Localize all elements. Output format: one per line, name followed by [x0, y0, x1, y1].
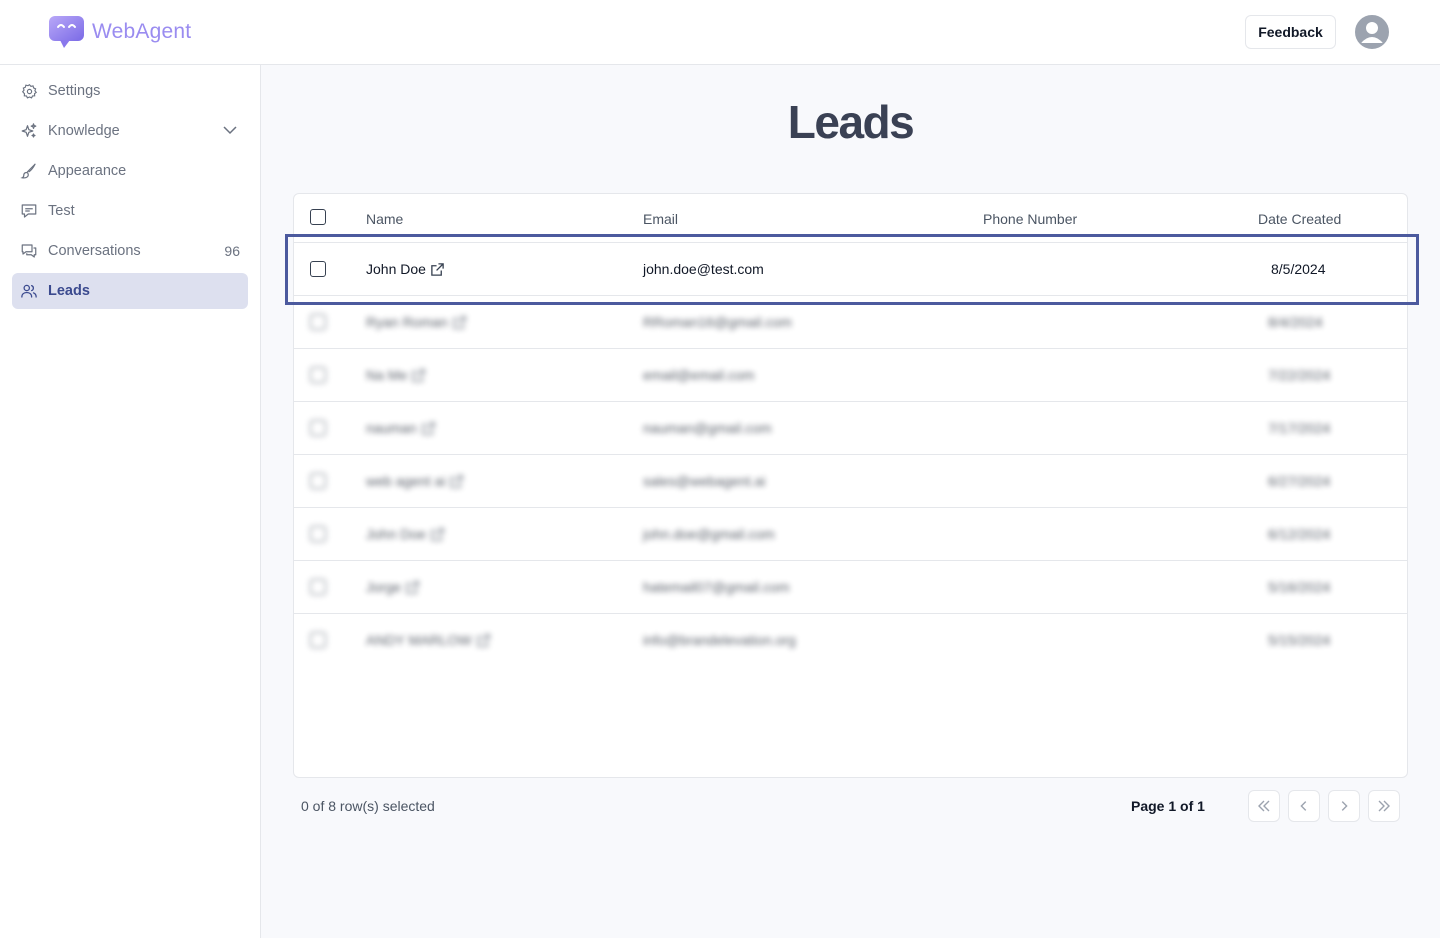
app-name: WebAgent [92, 20, 192, 43]
top-bar: WebAgent Feedback [0, 0, 1440, 65]
next-page-button[interactable] [1328, 790, 1360, 822]
lead-email: hatemail07@gmail.com [643, 579, 790, 595]
external-link-icon[interactable] [476, 633, 491, 648]
external-link-icon[interactable] [452, 315, 467, 330]
page-info: Page 1 of 1 [1131, 798, 1205, 814]
first-page-button[interactable] [1248, 790, 1280, 822]
sidebar-item-label: Conversations [48, 243, 141, 259]
chevrons-left-icon [1258, 800, 1270, 812]
sidebar-item-knowledge[interactable]: Knowledge [12, 113, 248, 149]
lead-date-created: 8/4/2024 [1268, 314, 1323, 330]
sidebar-item-label: Appearance [48, 163, 127, 179]
chevron-left-icon [1300, 801, 1307, 811]
conversations-icon [20, 242, 38, 260]
external-link-icon[interactable] [405, 580, 420, 595]
lead-date-created: 7/17/2024 [1268, 420, 1331, 436]
lead-name[interactable]: Jorge [366, 579, 401, 595]
conversations-count-badge: 96 [224, 243, 240, 259]
select-all-checkbox[interactable] [310, 209, 326, 225]
lead-date-created: 6/27/2024 [1268, 473, 1331, 489]
table-row[interactable]: web agent ai sales@webagent.ai 6/27/2024 [294, 454, 1407, 507]
sidebar-item-label: Test [48, 203, 75, 219]
previous-page-button[interactable] [1288, 790, 1320, 822]
sidebar-item-conversations[interactable]: Conversations 96 [12, 233, 248, 269]
sidebar-item-test[interactable]: Test [12, 193, 248, 229]
lead-email: nauman@gmail.com [643, 420, 772, 436]
sidebar-item-settings[interactable]: Settings [12, 73, 248, 109]
feedback-button[interactable]: Feedback [1245, 15, 1336, 49]
gear-icon [20, 82, 38, 100]
lead-date-created: 5/15/2024 [1268, 632, 1331, 648]
column-header-date-created[interactable]: Date Created [1258, 211, 1341, 227]
lead-date-created: 5/16/2024 [1268, 579, 1331, 595]
leads-table: Name Email Phone Number Date Created Joh… [293, 193, 1408, 778]
external-link-icon[interactable] [430, 262, 445, 277]
table-row[interactable]: ANDY MARLOW info@brandelevation.org 5/15… [294, 613, 1407, 666]
avatar[interactable] [1355, 15, 1389, 49]
chevrons-right-icon [1378, 800, 1390, 812]
column-header-email[interactable]: Email [643, 211, 678, 227]
lead-email: john.doe@gmail.com [643, 526, 775, 542]
sidebar-item-appearance[interactable]: Appearance [12, 153, 248, 189]
lead-email: email@email.com [643, 367, 755, 383]
lead-name[interactable]: nauman [366, 420, 417, 436]
chevron-right-icon [1341, 801, 1348, 811]
lead-date-created: 8/5/2024 [1271, 261, 1326, 277]
sparkles-icon [20, 122, 38, 140]
chat-icon [20, 202, 38, 220]
lead-name[interactable]: John Doe [366, 261, 426, 277]
lead-email: john.doe@test.com [643, 261, 764, 277]
external-link-icon[interactable] [421, 421, 436, 436]
lead-name[interactable]: web agent ai [366, 473, 445, 489]
external-link-icon[interactable] [449, 474, 464, 489]
page-title: Leads [787, 96, 915, 148]
sidebar-item-leads[interactable]: Leads [12, 273, 248, 309]
row-checkbox[interactable] [310, 632, 326, 648]
lead-name[interactable]: John Doe [366, 526, 426, 542]
row-checkbox[interactable] [310, 314, 326, 330]
lead-name[interactable]: ANDY MARLOW [366, 632, 472, 648]
selection-status: 0 of 8 row(s) selected [301, 798, 435, 814]
sidebar: Settings Knowledge Appearance Test Conve… [0, 65, 261, 938]
sidebar-item-label: Leads [48, 283, 90, 299]
table-row[interactable]: nauman nauman@gmail.com 7/17/2024 [294, 401, 1407, 454]
row-checkbox[interactable] [310, 261, 326, 277]
external-link-icon[interactable] [430, 527, 445, 542]
users-icon [20, 282, 38, 300]
lead-name[interactable]: Na Me [366, 367, 407, 383]
row-checkbox[interactable] [310, 526, 326, 542]
lead-email: sales@webagent.ai [643, 473, 766, 489]
lead-date-created: 7/22/2024 [1268, 367, 1331, 383]
sidebar-item-label: Knowledge [48, 123, 120, 139]
chevron-down-icon[interactable] [222, 122, 238, 142]
user-avatar-icon [1355, 15, 1389, 49]
brush-icon [20, 162, 38, 180]
lead-email: info@brandelevation.org [643, 632, 796, 648]
logo-icon [49, 16, 84, 48]
table-row[interactable]: John Doe john.doe@gmail.com 6/12/2024 [294, 507, 1407, 560]
column-header-name[interactable]: Name [366, 211, 403, 227]
table-row[interactable]: Jorge hatemail07@gmail.com 5/16/2024 [294, 560, 1407, 613]
external-link-icon[interactable] [411, 368, 426, 383]
column-header-phone[interactable]: Phone Number [983, 211, 1077, 227]
row-checkbox[interactable] [310, 420, 326, 436]
lead-email: RRoman16@gmail.com [643, 314, 792, 330]
sidebar-item-label: Settings [48, 83, 101, 99]
table-row[interactable]: Na Me email@email.com 7/22/2024 [294, 348, 1407, 401]
row-checkbox[interactable] [310, 579, 326, 595]
lead-date-created: 6/12/2024 [1268, 526, 1331, 542]
logo[interactable]: WebAgent [48, 14, 191, 50]
last-page-button[interactable] [1368, 790, 1400, 822]
row-checkbox[interactable] [310, 473, 326, 489]
lead-name[interactable]: Ryan Roman [366, 314, 448, 330]
table-row[interactable]: John Doe john.doe@test.com 8/5/2024 [294, 242, 1407, 295]
table-row[interactable]: Ryan Roman RRoman16@gmail.com 8/4/2024 [294, 295, 1407, 348]
row-checkbox[interactable] [310, 367, 326, 383]
